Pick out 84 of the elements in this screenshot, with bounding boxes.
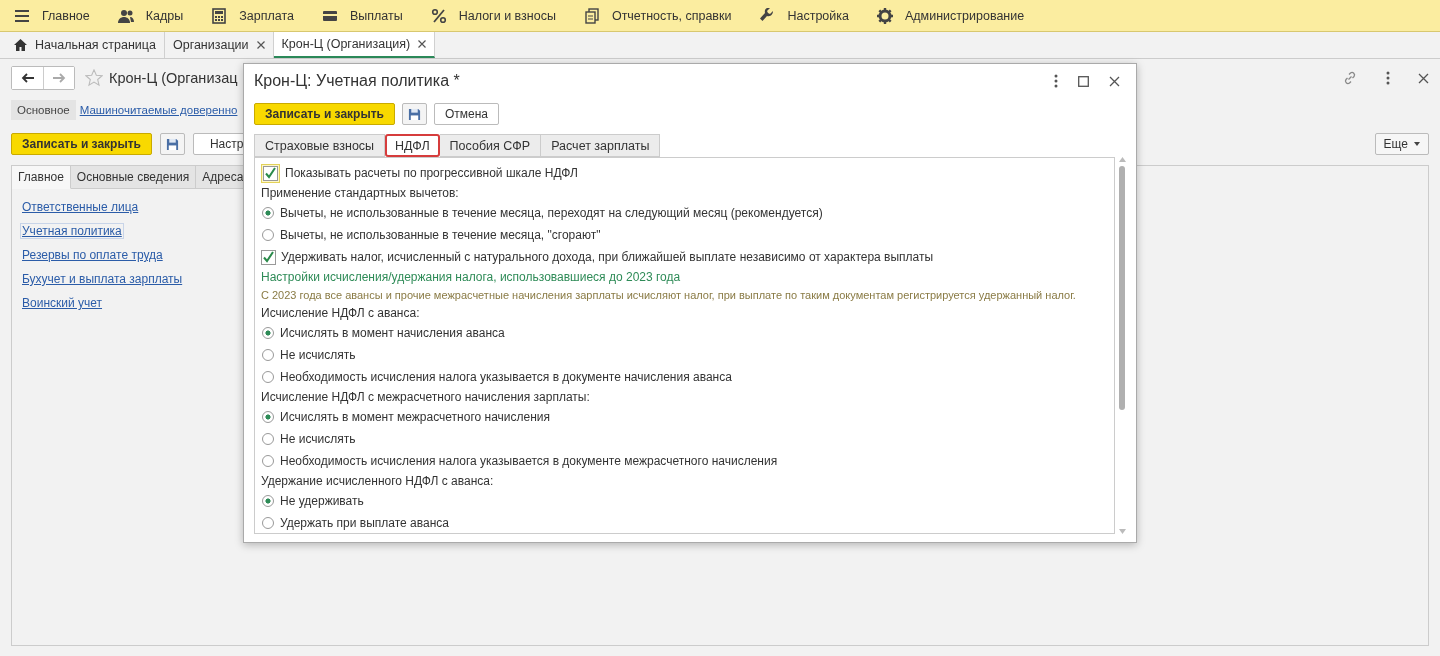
documents-icon — [583, 7, 600, 24]
section-link[interactable]: Машиночитаемые доверенно — [77, 100, 240, 120]
menu-icon — [14, 7, 30, 24]
close-icon[interactable] — [1418, 72, 1429, 84]
menu-item[interactable]: Кадры — [117, 7, 212, 24]
radio-button[interactable] — [262, 371, 274, 383]
calculator-icon — [211, 7, 228, 24]
radio-button[interactable] — [262, 327, 274, 339]
checkbox-label: Удерживать налог, исчисленный с натурального дохода, при ближайшей выплате независимо от характера выплаты — [281, 250, 934, 264]
tab[interactable]: НДФЛ — [385, 134, 440, 157]
right-arrow-icon — [52, 73, 66, 83]
maximize-icon[interactable] — [1078, 75, 1089, 87]
group-label: Исчисление НДФЛ с межрасчетного начисления зарплаты: — [261, 390, 590, 404]
close-icon[interactable] — [1109, 75, 1120, 87]
percent-icon — [430, 7, 447, 24]
gear-icon — [877, 7, 893, 24]
more-icon[interactable] — [1054, 74, 1058, 88]
caret-icon — [1414, 142, 1420, 146]
checkbox-label: Показывать расчеты по прогрессивной шкале НДФЛ — [285, 166, 578, 180]
tab[interactable]: Страховые взносы — [254, 134, 386, 157]
radio-button[interactable] — [262, 495, 274, 507]
scroll-thumb[interactable] — [1119, 166, 1125, 410]
radio-button[interactable] — [262, 411, 274, 423]
radio-button[interactable] — [262, 349, 274, 361]
menu-item[interactable]: Зарплата — [211, 7, 322, 24]
radio-button[interactable] — [262, 433, 274, 445]
checkbox[interactable] — [261, 249, 276, 265]
link-icon[interactable] — [1342, 70, 1358, 86]
radio-button[interactable] — [262, 517, 274, 529]
tab[interactable]: Основные сведения — [70, 166, 197, 189]
scrollbar[interactable] — [1118, 157, 1126, 534]
tab[interactable]: Пособия СФР — [439, 134, 542, 157]
radio-label: Необходимость исчисления налога указывается в документе начисления аванса — [280, 370, 732, 384]
radio-button[interactable] — [262, 229, 274, 241]
left-arrow-icon — [20, 73, 35, 83]
radio-label: Вычеты, не использованные в течение месяца, переходят на следующий месяц (рекомендуется) — [280, 206, 823, 220]
radio-label: Не исчислять — [280, 432, 356, 446]
radio-label: Необходимость исчисления налога указывается в документе межрасчетного начисления — [280, 454, 778, 468]
group-label: Применение стандартных вычетов: — [261, 186, 459, 200]
more-icon[interactable] — [1386, 71, 1390, 85]
tab[interactable]: Главное — [12, 166, 71, 189]
close-icon[interactable] — [256, 41, 265, 49]
wrench-icon — [759, 7, 776, 24]
dialog-title: Крон-Ц: Учетная политика * — [254, 72, 460, 90]
menu-item[interactable]: Главное — [14, 7, 118, 24]
menu-item[interactable]: Налоги и взносы — [430, 7, 584, 24]
form-title: Крон-Ц (Организац — [109, 70, 238, 86]
people-icon — [117, 7, 134, 24]
radio-label: Удержать при выплате аванса — [280, 516, 449, 530]
menu-item[interactable]: Настройка — [759, 7, 877, 24]
star-icon[interactable] — [85, 69, 103, 87]
save-button[interactable] — [159, 133, 185, 155]
menu-item[interactable]: Отчетность, справки — [583, 7, 760, 24]
page-tab[interactable]: Крон-Ц (Организация) — [273, 32, 436, 58]
menu-item[interactable]: Администрирование — [877, 7, 1053, 24]
close-icon[interactable] — [418, 40, 427, 48]
save-and-close-button[interactable]: Записать и закрыть — [254, 103, 395, 125]
cancel-button[interactable]: Отмена — [433, 103, 499, 125]
link[interactable]: Резервы по оплате труда — [20, 247, 165, 263]
radio-label: Не удерживать — [280, 494, 364, 508]
section-heading: Настройки исчисления/удержания налога, использовавшиеся до 2023 года — [261, 270, 681, 284]
link[interactable]: Бухучет и выплата зарплаты — [20, 271, 185, 287]
page-tab[interactable]: Начальная страница — [6, 32, 165, 58]
link[interactable]: Ответственные лица — [20, 199, 141, 215]
checkbox[interactable] — [261, 163, 280, 183]
menu-item[interactable]: Выплаты — [321, 7, 431, 24]
more-button[interactable]: Еще — [1374, 133, 1429, 155]
group-label: Удержание исчисленного НДФЛ с аванса: — [261, 474, 494, 488]
save-and-close-button[interactable]: Записать и закрыть — [11, 133, 152, 155]
radio-button[interactable] — [262, 455, 274, 467]
save-button[interactable] — [401, 103, 427, 125]
radio-button[interactable] — [262, 207, 274, 219]
home-icon — [14, 39, 27, 51]
tab[interactable]: Расчет зарплаты — [541, 134, 661, 157]
link[interactable]: Учетная политика — [20, 223, 124, 239]
link[interactable]: Воинский учет — [20, 295, 105, 311]
radio-label: Исчислять в момент межрасчетного начисления — [280, 410, 550, 424]
info-note: С 2023 года все авансы и прочие межрасчетные начисления зарплаты исчисляют налог, при выплате по таким документам регистрируется удержанный налог. — [261, 289, 1076, 301]
radio-label: Исчислять в момент начисления аванса — [280, 326, 505, 340]
page-tab[interactable]: Организации — [164, 32, 274, 58]
radio-label: Вычеты, не использованные в течение месяца, "сгорают" — [280, 228, 601, 242]
group-label: Исчисление НДФЛ с аванса: — [261, 306, 420, 320]
radio-label: Не исчислять — [280, 348, 356, 362]
section-tab[interactable]: Основное — [11, 100, 76, 120]
